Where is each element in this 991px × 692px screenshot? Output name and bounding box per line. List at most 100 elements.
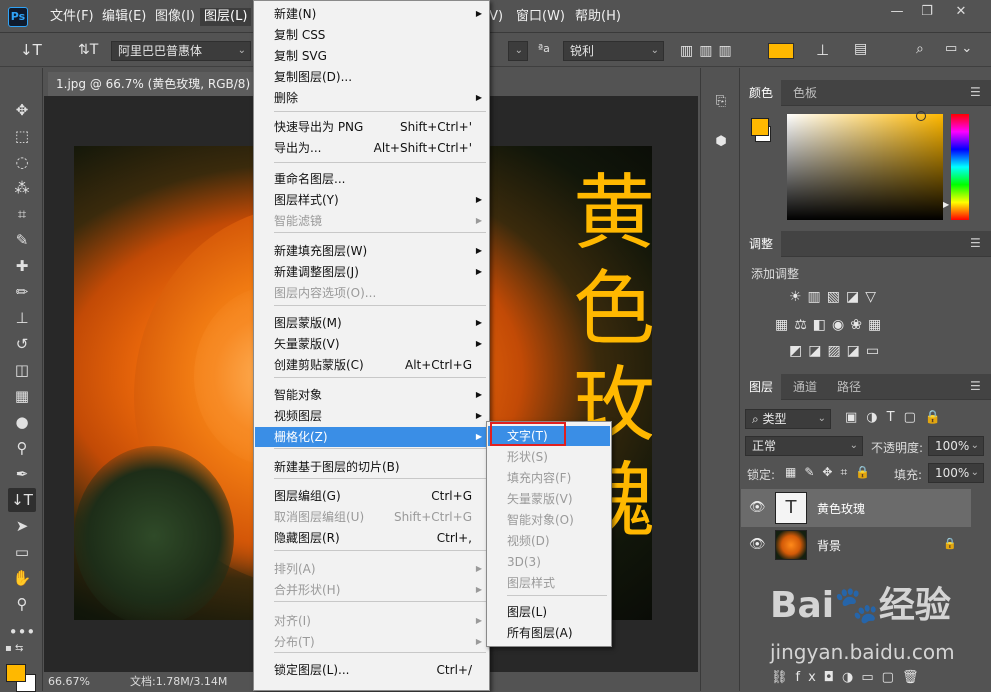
brush-tool-icon[interactable]: ✏ — [8, 280, 36, 304]
layer-menu-item[interactable]: 图层内容选项(O)... — [255, 283, 488, 303]
quick-select-tool-icon[interactable]: ⁂ — [8, 176, 36, 200]
rasterize-submenu-item[interactable]: 图层(L) — [488, 602, 610, 622]
dodge-tool-icon[interactable]: ⚲ — [8, 436, 36, 460]
layer-menu-item[interactable]: 排列(A) ▶ — [255, 559, 488, 579]
adjustment-icons-row-1[interactable]: ☀▥▧◪▽ — [789, 289, 949, 305]
zoom-tool-icon[interactable]: ⚲ — [8, 592, 36, 616]
layer-menu-item[interactable]: 导出为... Alt+Shift+Ctrl+' — [255, 138, 488, 158]
menu-window[interactable]: 窗口(W) — [512, 8, 569, 26]
layer-row-background[interactable]: 👁 背景 🔒 — [741, 527, 971, 563]
layer-menu-item[interactable]: 复制图层(D)... — [255, 67, 488, 87]
eyedropper-tool-icon[interactable]: ✎ — [8, 228, 36, 252]
layer-menu-item[interactable]: 删除 ▶ — [255, 88, 488, 108]
layer-menu-item[interactable]: 复制 SVG — [255, 46, 488, 66]
layer-menu-item[interactable]: 创建剪贴蒙版(C) Alt+Ctrl+G — [255, 355, 488, 375]
layer-menu-item[interactable]: 重命名图层... — [255, 169, 488, 189]
layer-menu-item[interactable]: 快速导出为 PNG Shift+Ctrl+' — [255, 117, 488, 137]
3d-panel-icon[interactable]: ⬢ — [712, 134, 730, 150]
menu-image[interactable]: 图像(I) — [151, 8, 199, 26]
tab-swatches[interactable]: 色板 — [785, 80, 825, 106]
tab-adjustments[interactable]: 调整 — [741, 231, 782, 257]
history-panel-icon[interactable]: ⎘ — [712, 94, 730, 110]
fg-color-chip[interactable] — [751, 118, 769, 136]
rasterize-submenu-item[interactable]: 所有图层(A) — [488, 623, 610, 643]
lock-icons[interactable]: ▦✎✥⌗🔒 — [785, 465, 878, 480]
menu-file[interactable]: 文件(F) — [46, 8, 98, 26]
marquee-tool-icon[interactable]: ⬚ — [8, 124, 36, 148]
layer-filter-select[interactable]: ⌕ 类型 ⌄ — [745, 409, 831, 429]
type-tool-icon[interactable]: ↓T — [8, 488, 36, 512]
healing-brush-tool-icon[interactable]: ✚ — [8, 254, 36, 278]
pen-tool-icon[interactable]: ✒ — [8, 462, 36, 486]
warp-text-icon[interactable]: ⊥ — [816, 41, 834, 61]
tab-color[interactable]: 颜色 — [741, 80, 782, 106]
layer-menu-item[interactable]: 取消图层编组(U) Shift+Ctrl+G — [255, 507, 488, 527]
menu-layer[interactable]: 图层(L) — [200, 8, 252, 26]
menu-edit[interactable]: 编辑(E) — [98, 8, 150, 26]
minimize-icon[interactable]: — — [884, 2, 910, 22]
rasterize-submenu-item[interactable]: 图层样式 — [488, 573, 610, 593]
menu-help[interactable]: 帮助(H) — [571, 8, 625, 26]
layer-menu-item[interactable]: 分布(T) ▶ — [255, 632, 488, 652]
zoom-level[interactable]: 66.67% — [48, 672, 98, 691]
close-icon[interactable]: ✕ — [948, 2, 974, 22]
layer-row-text[interactable]: 👁 T 黄色玫瑰 — [741, 489, 971, 527]
more-tools-icon[interactable]: ••• — [8, 620, 36, 644]
eye-icon[interactable]: 👁 — [749, 537, 766, 552]
hand-tool-icon[interactable]: ✋ — [8, 566, 36, 590]
gradient-tool-icon[interactable]: ▦ — [8, 384, 36, 408]
layer-menu-item[interactable]: 复制 CSS — [255, 25, 488, 45]
adjustment-icons-row-3[interactable]: ◩◪▨◪▭ — [789, 343, 949, 359]
layer-menu-item[interactable]: 新建基于图层的切片(B) — [255, 457, 488, 477]
workspace-icon[interactable]: ▭ ⌄ — [945, 41, 975, 61]
text-orientation-icon[interactable]: ⇅T — [78, 40, 98, 60]
font-family-select[interactable]: 阿里巴巴普惠体 ⌄ — [111, 41, 251, 61]
rasterize-submenu-item[interactable]: 视频(D) — [488, 531, 610, 551]
rasterize-submenu-item[interactable]: 矢量蒙版(V) — [488, 489, 610, 509]
eraser-tool-icon[interactable]: ◫ — [8, 358, 36, 382]
color-picker-handle[interactable] — [916, 111, 926, 121]
rasterize-submenu-item[interactable]: 填充内容(F) — [488, 468, 610, 488]
fill-field[interactable]: 100% ⌄ — [928, 463, 984, 483]
layer-menu-item[interactable]: 图层编组(G) Ctrl+G — [255, 486, 488, 506]
text-color-swatch[interactable] — [768, 43, 794, 59]
move-tool-icon[interactable]: ✥ — [8, 98, 36, 122]
opacity-field[interactable]: 100% ⌄ — [928, 436, 984, 456]
layer-menu-item[interactable]: 新建调整图层(J) ▶ — [255, 262, 488, 282]
clone-stamp-tool-icon[interactable]: ⊥ — [8, 306, 36, 330]
layer-menu-item[interactable]: 智能对象 ▶ — [255, 385, 488, 405]
layer-menu-item[interactable]: 图层蒙版(M) ▶ — [255, 313, 488, 333]
layer-menu-item[interactable]: 新建填充图层(W) ▶ — [255, 241, 488, 261]
layer-menu-item[interactable]: 智能滤镜 ▶ — [255, 211, 488, 231]
layer-menu-item[interactable]: 视频图层 ▶ — [255, 406, 488, 426]
adjustment-icons-row-2[interactable]: ▦⚖◧◉❀▦ — [775, 317, 965, 333]
blend-mode-select[interactable]: 正常 ⌄ — [745, 436, 863, 456]
text-tool-preset-icon[interactable]: ↓T ⌄ — [20, 40, 54, 79]
path-select-tool-icon[interactable]: ➤ — [8, 514, 36, 538]
layer-menu-item[interactable]: 图层样式(Y) ▶ — [255, 190, 488, 210]
eye-icon[interactable]: 👁 — [749, 500, 766, 515]
panel-menu-icon[interactable]: ☰ — [970, 85, 981, 99]
layer-menu-item[interactable]: 新建(N) ▶ — [255, 4, 488, 24]
layer-name[interactable]: 背景 — [817, 537, 841, 554]
layer-menu-item[interactable]: 矢量蒙版(V) ▶ — [255, 334, 488, 354]
align-buttons[interactable]: ▥▥▥ — [680, 42, 754, 60]
rasterize-submenu-item[interactable]: 形状(S) — [488, 447, 610, 467]
blur-tool-icon[interactable]: ● — [8, 410, 36, 434]
lasso-tool-icon[interactable]: ◌ — [8, 150, 36, 174]
swap-colors-icon[interactable]: ▪ ⇆ — [5, 643, 33, 661]
crop-tool-icon[interactable]: ⌗ — [8, 202, 36, 226]
tab-paths[interactable]: 路径 — [829, 374, 869, 400]
character-panel-icon[interactable]: ▤ — [854, 41, 872, 61]
layer-menu-item[interactable]: 栅格化(Z) ▶ — [255, 427, 488, 447]
layer-menu-item[interactable]: 合并形状(H) ▶ — [255, 580, 488, 600]
layer-menu-item[interactable]: 锁定图层(L)... Ctrl+/ — [255, 660, 488, 680]
layer-filter-icons[interactable]: ▣◑T▢🔒 — [845, 410, 985, 425]
font-size-select[interactable]: ⌄ — [508, 41, 528, 61]
tab-channels[interactable]: 通道 — [785, 374, 825, 400]
color-field[interactable] — [787, 114, 943, 220]
panel-menu-icon[interactable]: ☰ — [970, 236, 981, 250]
foreground-color-swatch[interactable] — [6, 664, 26, 682]
tab-layers[interactable]: 图层 — [741, 374, 782, 400]
maximize-icon[interactable]: ❐ — [914, 2, 940, 22]
